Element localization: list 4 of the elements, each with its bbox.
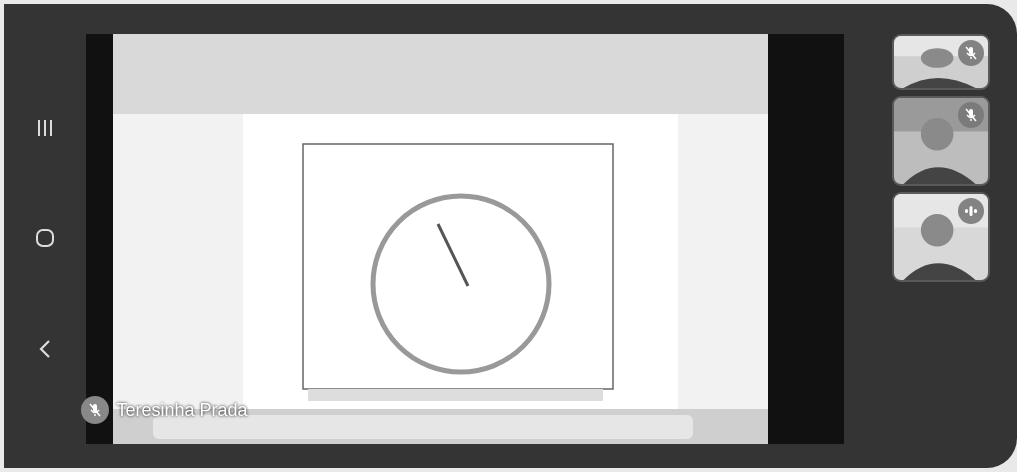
presenter-name: Teresinha Prada — [116, 399, 248, 421]
recent-apps-icon[interactable] — [37, 119, 53, 138]
home-icon[interactable] — [35, 228, 55, 248]
back-icon[interactable] — [38, 338, 52, 359]
